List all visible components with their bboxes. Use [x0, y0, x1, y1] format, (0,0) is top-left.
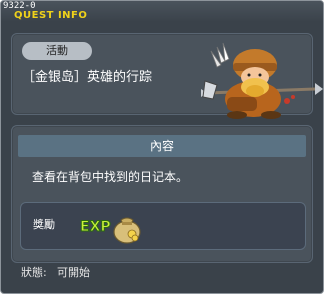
exp-icon[interactable]: EXP	[79, 216, 112, 235]
quest-detail-panel: 內容 查看在背包中找到的日记本。 獎勵 EXP	[11, 125, 313, 263]
reward-box: 獎勵 EXP	[20, 202, 306, 250]
content-header: 內容	[18, 135, 306, 157]
status-label: 狀態:	[21, 266, 47, 279]
reward-label: 獎勵	[33, 218, 55, 231]
status-value: 可開始	[57, 266, 90, 279]
svg-text:EXP: EXP	[80, 219, 111, 234]
window-title: QUEST INFO	[14, 10, 88, 21]
quest-type-badge: 活動	[22, 42, 92, 60]
title-bar[interactable]: 9322-0 QUEST INFO	[1, 1, 323, 21]
quest-description: 查看在背包中找到的日记本。	[32, 170, 189, 184]
quest-info-window: 9322-0 QUEST INFO 活動 ［金银岛］英雄的行踪 內容 查看在背包…	[0, 0, 324, 294]
dwarf-warrior-npc-icon	[201, 42, 323, 119]
quest-name: ［金银岛］英雄的行踪	[22, 70, 153, 85]
meso-bag-icon[interactable]	[111, 210, 143, 244]
